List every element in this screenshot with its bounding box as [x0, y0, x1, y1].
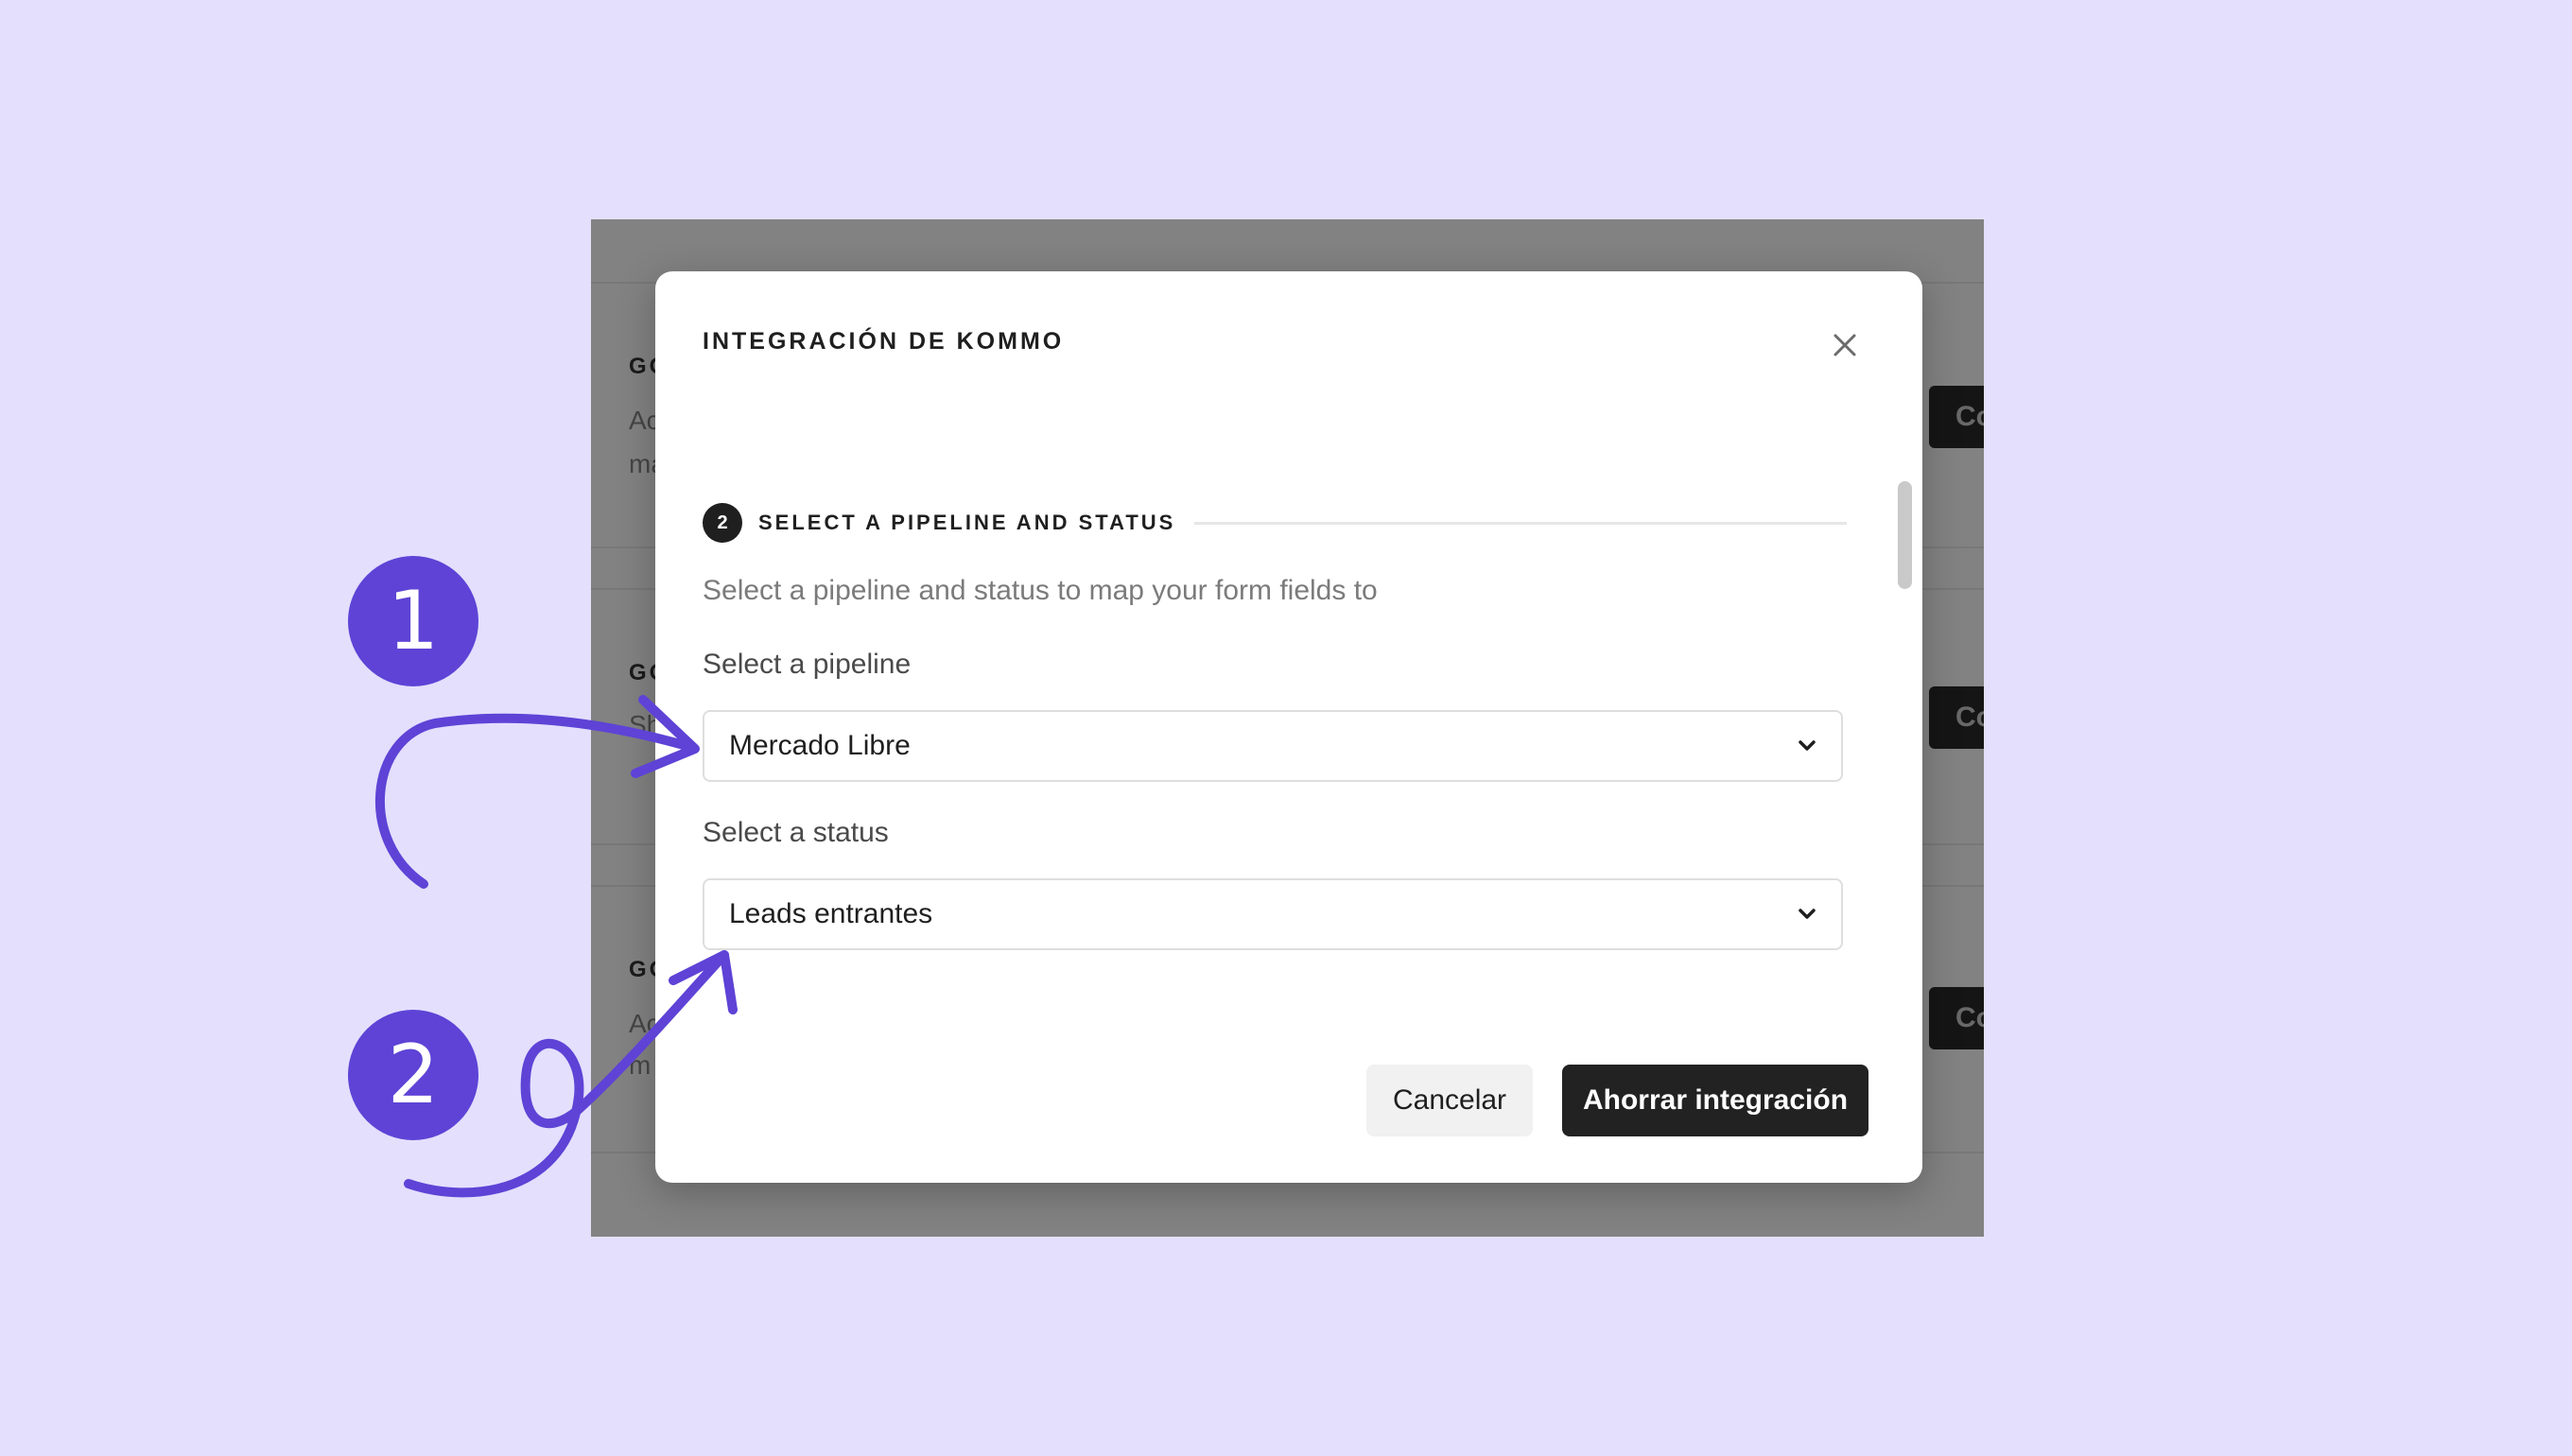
modal-title: INTEGRACIÓN DE KOMMO [703, 328, 1065, 355]
step-description: Select a pipeline and status to map your… [703, 575, 1378, 606]
step-number-badge: 2 [703, 503, 742, 543]
annotation-badge-1: 1 [348, 556, 478, 686]
step-label: SELECT A PIPELINE AND STATUS [758, 511, 1176, 534]
cancel-button[interactable]: Cancelar [1366, 1065, 1533, 1136]
pipeline-select[interactable]: Mercado Libre [703, 710, 1843, 782]
close-icon [1833, 334, 1856, 356]
annotation-badge-2: 2 [348, 1010, 478, 1140]
pipeline-label: Select a pipeline [703, 649, 912, 680]
step-header: 2 SELECT A PIPELINE AND STATUS [703, 502, 1847, 544]
chevron-down-icon [1796, 903, 1818, 926]
status-select[interactable]: Leads entrantes [703, 878, 1843, 950]
chevron-down-icon [1796, 735, 1818, 757]
pipeline-selected-value: Mercado Libre [729, 730, 911, 761]
step-divider [1194, 521, 1847, 525]
close-button[interactable] [1825, 325, 1865, 365]
save-integration-button[interactable]: Ahorrar integración [1562, 1065, 1868, 1136]
status-selected-value: Leads entrantes [729, 898, 933, 929]
integration-modal: INTEGRACIÓN DE KOMMO 2 SELECT A PIPELINE… [655, 271, 1922, 1183]
modal-scrollbar[interactable] [1898, 481, 1912, 589]
status-label: Select a status [703, 817, 889, 848]
